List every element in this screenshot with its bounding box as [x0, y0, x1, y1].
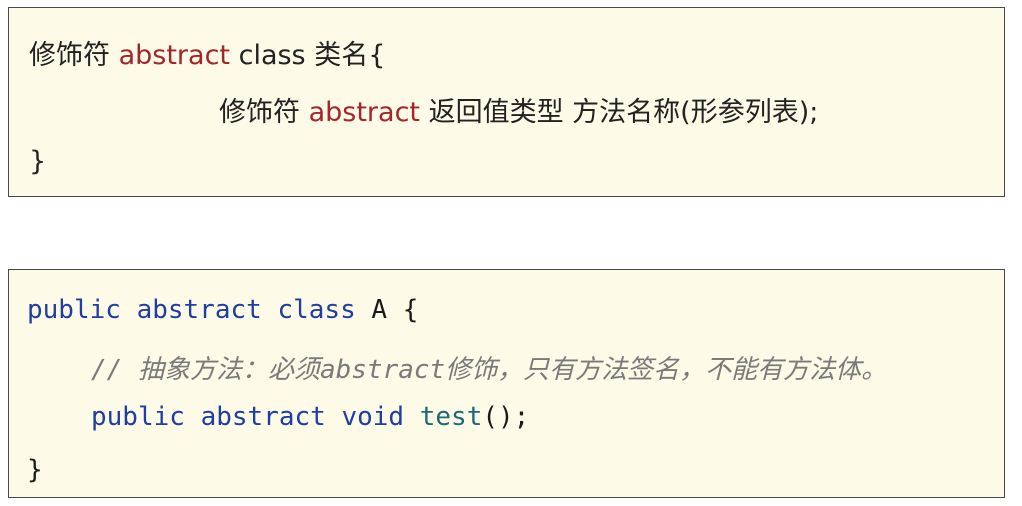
- code-line-method: public abstract void test();: [91, 402, 529, 432]
- code-line-class: public abstract class A {: [27, 295, 418, 325]
- class-keyword: class: [277, 295, 356, 325]
- class-declaration-rest: class 类名{: [230, 40, 386, 71]
- modifier-text: 修饰符: [29, 40, 119, 71]
- method-name: test: [419, 402, 483, 432]
- abstract-keyword: abstract: [308, 97, 421, 128]
- void-keyword: void: [341, 402, 405, 432]
- method-params-rest: ();: [482, 402, 530, 432]
- syntax-closing-brace: }: [29, 146, 47, 177]
- public-keyword: public: [27, 295, 121, 325]
- abstract-keyword: abstract: [118, 40, 231, 71]
- method-declaration-rest: 返回值类型 方法名称(形参列表);: [420, 97, 819, 128]
- code-box: public abstract class A { // 抽象方法：必须abst…: [8, 269, 1005, 498]
- modifier-text: 修饰符: [219, 97, 309, 128]
- class-name-rest: A {: [355, 295, 419, 325]
- code-closing-brace: }: [27, 455, 43, 485]
- syntax-box: 修饰符 abstract class 类名{ 修饰符 abstract 返回值类…: [8, 7, 1005, 197]
- abstract-keyword: abstract: [136, 295, 262, 325]
- syntax-line-class-declaration: 修饰符 abstract class 类名{: [29, 33, 385, 72]
- syntax-line-method-declaration: 修饰符 abstract 返回值类型 方法名称(形参列表);: [219, 90, 818, 129]
- abstract-keyword: abstract: [200, 402, 326, 432]
- public-keyword: public: [91, 402, 185, 432]
- code-comment: // 抽象方法：必须abstract修饰，只有方法签名，不能有方法体。: [91, 355, 888, 385]
